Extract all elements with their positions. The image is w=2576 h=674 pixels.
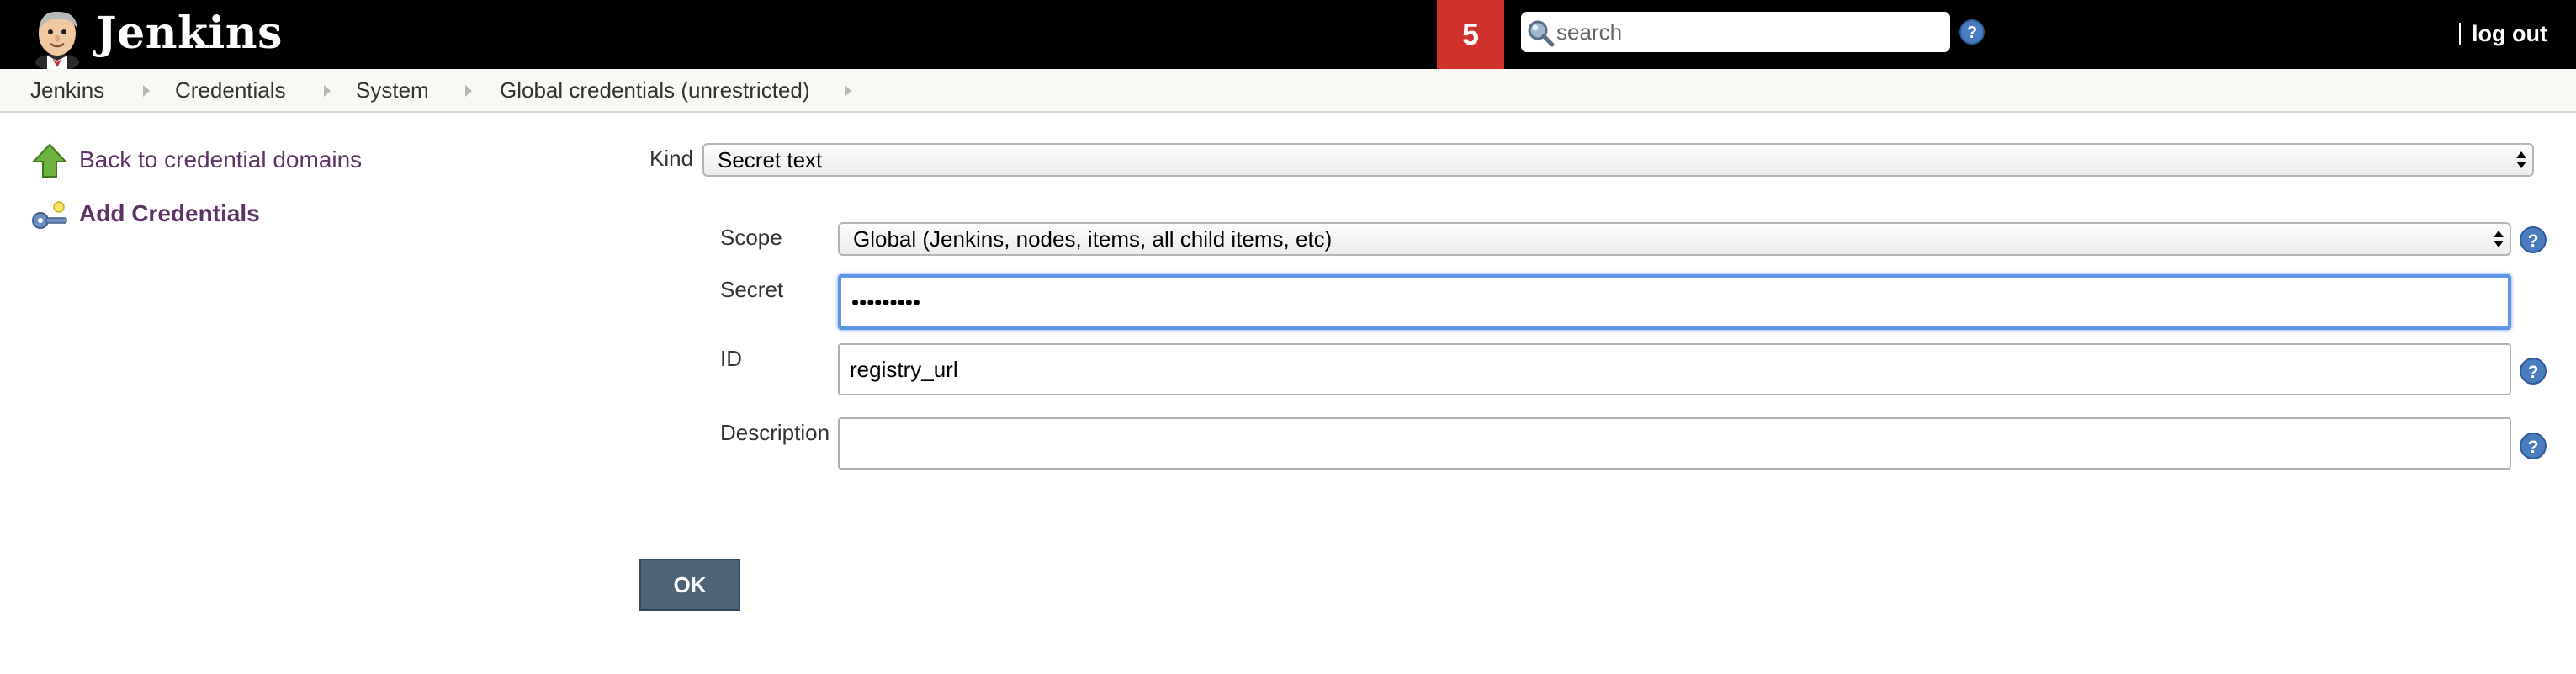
breadcrumb-arrow-icon[interactable] <box>465 85 472 97</box>
ok-button[interactable]: OK <box>639 559 740 611</box>
breadcrumb-arrow-icon[interactable] <box>324 85 331 97</box>
key-icon[interactable] <box>30 199 69 232</box>
kind-select[interactable]: Secret text <box>702 143 2534 177</box>
up-arrow-icon[interactable] <box>32 143 67 178</box>
page-header: Jenkins 5 ? log out <box>0 0 2576 69</box>
svg-text:?: ? <box>2528 231 2539 251</box>
svg-text:?: ? <box>2528 363 2539 382</box>
scope-label: Scope <box>720 225 782 250</box>
search-icon <box>1528 20 1555 47</box>
logout-link[interactable]: log out <box>2472 17 2547 50</box>
breadcrumb: Jenkins Credentials System Global creden… <box>0 69 2576 113</box>
breadcrumb-item-global-credentials[interactable]: Global credentials (unrestricted) <box>500 69 810 111</box>
id-input[interactable]: registry_url <box>838 343 2511 395</box>
secret-label: Secret <box>720 277 784 302</box>
breadcrumb-arrow-icon[interactable] <box>143 85 150 97</box>
scope-select[interactable]: Global (Jenkins, nodes, items, all child… <box>838 222 2511 256</box>
description-label: Description <box>720 420 830 445</box>
notification-badge[interactable]: 5 <box>1437 0 1504 69</box>
scope-select-value: Global (Jenkins, nodes, items, all child… <box>853 226 1333 252</box>
brand-title[interactable]: Jenkins <box>96 3 283 64</box>
jenkins-butler-icon[interactable] <box>29 5 89 69</box>
kind-select-value: Secret text <box>718 147 823 172</box>
secret-input[interactable]: ••••••••• <box>838 274 2511 330</box>
scope-help-icon[interactable]: ? <box>2519 226 2547 254</box>
header-separator <box>2459 23 2461 45</box>
id-help-icon[interactable]: ? <box>2519 357 2547 385</box>
svg-text:?: ? <box>2528 438 2539 457</box>
description-input[interactable] <box>838 417 2511 470</box>
select-arrows-icon <box>2516 151 2526 168</box>
breadcrumb-item-jenkins[interactable]: Jenkins <box>30 69 104 111</box>
svg-text:?: ? <box>1967 24 1977 42</box>
search-input[interactable] <box>1556 12 1939 52</box>
breadcrumb-arrow-icon[interactable] <box>845 85 851 97</box>
add-credentials-link[interactable]: Add Credentials <box>79 197 260 231</box>
back-to-credential-domains-link[interactable]: Back to credential domains <box>79 143 362 177</box>
breadcrumb-item-system[interactable]: System <box>356 69 429 111</box>
search-box <box>1521 12 1950 52</box>
id-label: ID <box>720 346 742 371</box>
select-arrows-icon <box>2494 231 2504 247</box>
description-help-icon[interactable]: ? <box>2519 432 2547 460</box>
breadcrumb-item-credentials[interactable]: Credentials <box>175 69 286 111</box>
help-icon[interactable]: ? <box>1959 19 1985 45</box>
kind-label: Kind <box>649 146 694 171</box>
